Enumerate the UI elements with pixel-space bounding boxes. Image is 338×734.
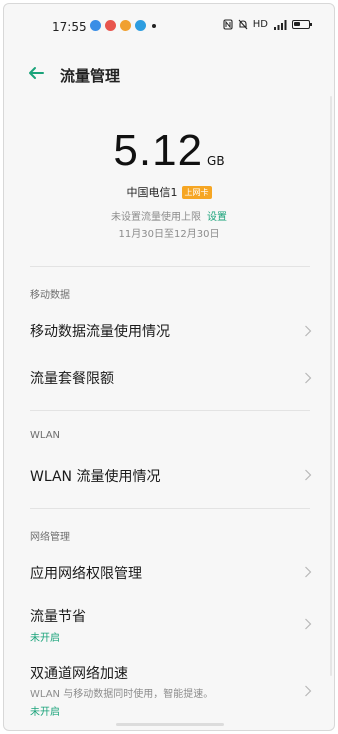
network-type-label: HD <box>252 19 268 30</box>
data-plan-limit-item[interactable]: 流量套餐限额 <box>4 354 334 400</box>
chevron-right-icon <box>305 325 312 337</box>
set-limit-link[interactable]: 设置 <box>207 212 227 223</box>
app-notification-icon <box>90 20 101 31</box>
dual-channel-acceleration-item[interactable]: 双通道网络加速 WLAN 与移动数据同时使用，智能提速。 未开启 <box>4 658 334 722</box>
home-indicator[interactable] <box>116 723 224 726</box>
app-network-permission-item[interactable]: 应用网络权限管理 <box>4 550 334 596</box>
row-title: 流量套餐限额 <box>30 371 114 387</box>
nfc-icon <box>223 19 233 30</box>
app-header: 流量管理 <box>4 56 334 92</box>
phone-screen: 17:55 HD 流量管理 5.12 GB 中国电信1 上网卡 未设置流量使用上限设… <box>3 3 335 731</box>
carrier-name: 中国电信1 <box>126 186 178 199</box>
usage-summary: 5.12 GB <box>4 126 334 176</box>
data-saver-status: 未开启 <box>30 633 60 644</box>
dual-channel-status: 未开启 <box>30 707 60 718</box>
billing-period: 11月30日至12月30日 <box>118 229 220 240</box>
chevron-right-icon <box>305 372 312 384</box>
page-title: 流量管理 <box>60 67 121 85</box>
row-title: 双通道网络加速 <box>30 666 128 682</box>
chevron-right-icon <box>305 685 312 697</box>
limit-row: 未设置流量使用上限 设置 <box>4 208 334 223</box>
more-notifications-icon <box>152 23 156 28</box>
row-title: WLAN 流量使用情况 <box>30 469 161 485</box>
row-title: 应用网络权限管理 <box>30 566 142 582</box>
carrier-badge: 上网卡 <box>181 186 212 199</box>
chevron-right-icon <box>305 566 312 578</box>
app-notification-icon <box>135 20 146 31</box>
row-title: 移动数据流量使用情况 <box>30 324 170 340</box>
divider <box>30 266 310 267</box>
section-label-network: 网络管理 <box>30 532 70 543</box>
section-label-mobile-data: 移动数据 <box>30 290 70 301</box>
data-saver-item[interactable]: 流量节省 未开启 <box>4 598 334 650</box>
weibo-notification-icon <box>105 20 116 31</box>
usage-value: 5.12 <box>113 126 204 175</box>
row-title: 流量节省 <box>30 609 86 625</box>
app-notification-icon <box>120 20 131 31</box>
divider <box>30 410 310 411</box>
mute-bell-icon <box>238 19 248 30</box>
usage-unit: GB <box>207 154 225 168</box>
section-label-wlan: WLAN <box>30 430 61 441</box>
wlan-usage-item[interactable]: WLAN 流量使用情况 <box>4 452 334 498</box>
notification-icons <box>90 20 156 31</box>
limit-text: 未设置流量使用上限 <box>111 212 201 223</box>
chevron-right-icon <box>305 618 312 630</box>
divider <box>30 508 310 509</box>
row-subtitle: WLAN 与移动数据同时使用，智能提速。 <box>30 689 214 700</box>
status-time: 17:55 <box>52 20 87 34</box>
battery-icon <box>292 20 312 29</box>
back-arrow-icon[interactable] <box>24 61 48 85</box>
status-icons: HD <box>223 19 312 30</box>
carrier-row: 中国电信1 上网卡 <box>4 184 334 200</box>
mobile-data-usage-item[interactable]: 移动数据流量使用情况 <box>4 308 334 354</box>
signal-icon <box>274 19 287 30</box>
status-bar: 17:55 HD <box>4 4 334 48</box>
chevron-right-icon <box>305 469 312 481</box>
